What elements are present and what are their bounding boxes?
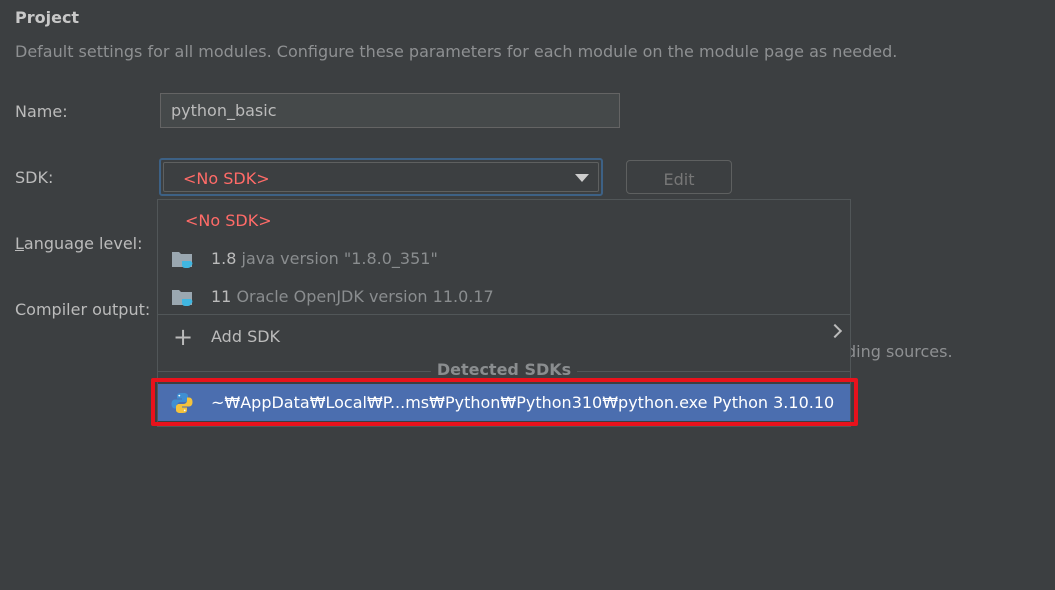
project-name-field[interactable]: python_basic xyxy=(160,93,620,128)
folder-jdk-icon xyxy=(172,290,193,306)
python-icon xyxy=(171,393,193,413)
sdk-dropdown-value: <No SDK> xyxy=(183,169,270,188)
name-label: Name: xyxy=(15,102,68,121)
sdk-dropdown[interactable]: <No SDK> xyxy=(159,158,603,196)
divider xyxy=(158,314,850,315)
popup-item-detected-python[interactable]: ~₩AppData₩Local₩P...ms₩Python₩Python310₩… xyxy=(158,384,850,421)
popup-item-no-sdk[interactable]: <No SDK> xyxy=(158,202,850,238)
jdk-11-version: 11 xyxy=(211,287,232,306)
jdk-1-8-description: java version "1.8.0_351" xyxy=(241,249,438,268)
detected-sdks-header-text: Detected SDKs xyxy=(430,360,578,379)
popup-item-add-sdk[interactable]: Add SDK xyxy=(158,318,850,356)
chevron-down-icon[interactable] xyxy=(575,174,589,182)
jdk-1-8-version: 1.8 xyxy=(211,249,237,268)
compiler-output-hint: ding sources. xyxy=(846,342,953,361)
compiler-output-label: Compiler output: xyxy=(15,300,151,319)
language-level-label-text: anguage level: xyxy=(23,234,143,253)
sdk-label: SDK: xyxy=(15,168,54,187)
folder-jdk-icon xyxy=(172,252,193,268)
section-title: Project xyxy=(15,8,80,27)
popup-item-jdk-11[interactable]: 11 Oracle OpenJDK version 11.0.17 xyxy=(158,278,850,314)
jdk-11-description: Oracle OpenJDK version 11.0.17 xyxy=(236,287,494,306)
detected-sdks-header: Detected SDKs xyxy=(158,360,850,379)
no-sdk-option-label: <No SDK> xyxy=(185,211,272,230)
jdk-11-label: 11 Oracle OpenJDK version 11.0.17 xyxy=(211,287,494,306)
language-level-label: Language level: xyxy=(15,234,143,253)
edit-sdk-button[interactable]: Edit xyxy=(626,160,732,194)
popup-item-jdk-1-8[interactable]: 1.8 java version "1.8.0_351" xyxy=(158,240,850,276)
detected-python-label: ~₩AppData₩Local₩P...ms₩Python₩Python310₩… xyxy=(211,393,835,412)
language-level-mnemonic: L xyxy=(15,234,24,253)
add-sdk-label: Add SDK xyxy=(211,327,281,346)
project-settings-page: Project Default settings for all modules… xyxy=(0,0,1055,590)
plus-icon: + xyxy=(173,323,194,351)
jdk-1-8-label: 1.8 java version "1.8.0_351" xyxy=(211,249,438,268)
sdk-popup-list: <No SDK> 1.8 java version "1.8.0_351" 11… xyxy=(157,199,851,427)
section-description: Default settings for all modules. Config… xyxy=(15,42,898,61)
